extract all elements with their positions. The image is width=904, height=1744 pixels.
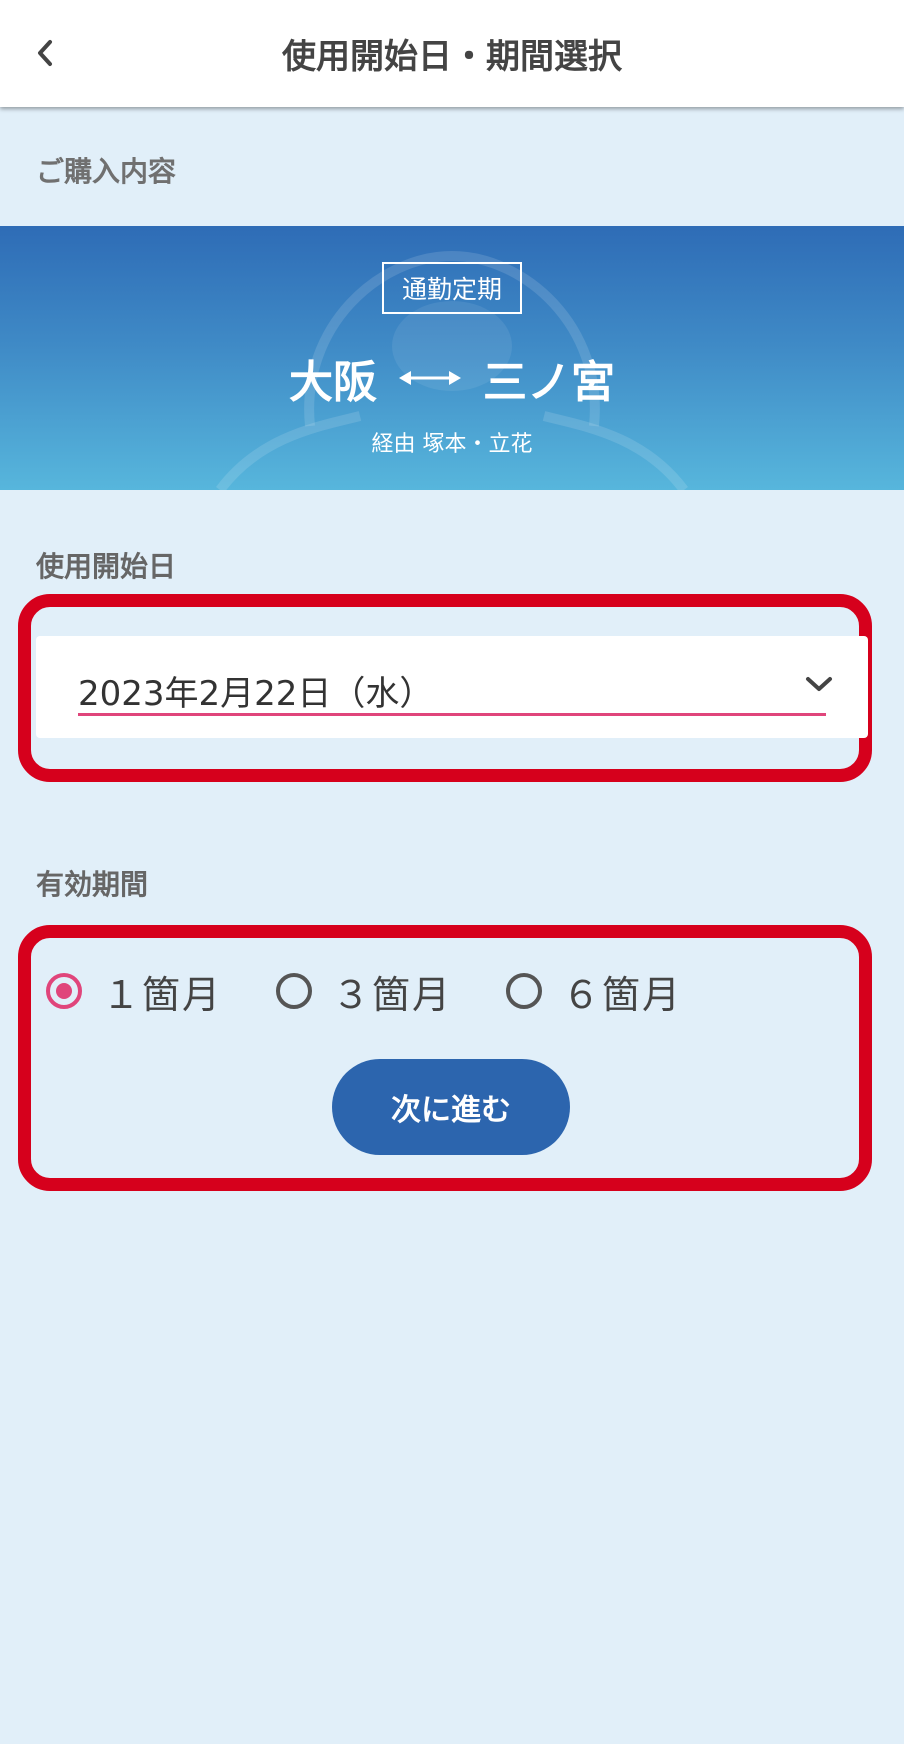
start-date-select[interactable]: 2023年2月22日（水） (36, 636, 868, 738)
page-title: 使用開始日・期間選択 (282, 37, 622, 77)
next-button[interactable]: 次に進む (332, 1059, 570, 1155)
period-option-3-months[interactable]: ３箇月 (276, 964, 452, 1019)
app-bar: 使用開始日・期間選択 (0, 0, 904, 107)
start-date-label: 使用開始日 (36, 550, 177, 583)
period-option-label: ３箇月 (332, 972, 453, 1017)
route-via: 経由 塚本・立花 (371, 432, 533, 457)
period-option-label: ６箇月 (562, 972, 683, 1017)
radio-selected-icon[interactable] (46, 973, 82, 1009)
route-from: 大阪 (289, 357, 377, 408)
date-underline (78, 713, 826, 716)
start-date-value: 2023年2月22日（水） (78, 674, 434, 714)
period-radio-group: １箇月 ３箇月 ６箇月 (46, 964, 736, 1019)
route-to: 三ノ宮 (483, 357, 615, 408)
ticket-type-badge: 通勤定期 (381, 262, 523, 314)
chevron-down-icon (806, 677, 832, 691)
period-option-1-month[interactable]: １箇月 (46, 964, 222, 1019)
ticket-banner: 通勤定期 大阪 三ノ宮 経由 塚本・立花 (0, 226, 904, 490)
purchase-section-label: ご購入内容 (36, 155, 177, 188)
validity-period-label: 有効期間 (36, 868, 149, 901)
radio-unselected-icon[interactable] (506, 973, 543, 1009)
route: 大阪 三ノ宮 (0, 346, 904, 410)
period-option-6-months[interactable]: ６箇月 (506, 964, 682, 1019)
period-option-label: １箇月 (102, 972, 223, 1017)
radio-unselected-icon[interactable] (276, 973, 313, 1009)
double-arrow-icon (399, 371, 461, 385)
